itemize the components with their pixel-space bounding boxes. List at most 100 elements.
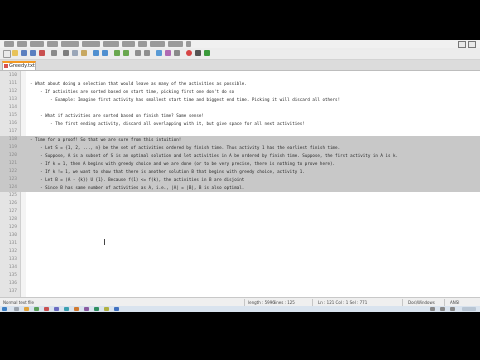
stop-macro-icon[interactable]: [195, 50, 201, 56]
video-letterbox-bottom: [0, 312, 480, 360]
editor-line[interactable]: 130: [0, 232, 480, 240]
cut-icon[interactable]: [63, 50, 69, 56]
editor-line[interactable]: 136: [0, 280, 480, 288]
taskbar-app-icon[interactable]: [64, 307, 69, 311]
status-file-type: Normal text file: [3, 300, 35, 305]
editor-line[interactable]: 123 - Let B = (A - {k}) U {1}. Because f…: [0, 176, 480, 184]
find-icon[interactable]: [114, 50, 120, 56]
taskbar-app-icon[interactable]: [24, 307, 29, 311]
taskbar-app-icon[interactable]: [94, 307, 99, 311]
taskbar-app-icon[interactable]: [104, 307, 109, 311]
editor-line[interactable]: 116 - The first ending activity, discard…: [0, 120, 480, 128]
editor-line[interactable]: 128: [0, 216, 480, 224]
menu-run[interactable]: [138, 41, 147, 47]
save-all-icon[interactable]: [30, 50, 36, 56]
print-icon[interactable]: [51, 50, 57, 56]
editor-line[interactable]: 127: [0, 208, 480, 216]
line-number: 120: [8, 153, 17, 158]
editor-line[interactable]: 119 - Let S = {1, 2, ..., n} be the set …: [0, 144, 480, 152]
taskbar-app-icon[interactable]: [54, 307, 59, 311]
line-number: 113: [8, 97, 17, 102]
line-number: 133: [8, 257, 17, 262]
editor-line[interactable]: 133: [0, 256, 480, 264]
menu-edit[interactable]: [17, 41, 27, 47]
menu-search[interactable]: [30, 41, 44, 47]
close-icon[interactable]: [468, 41, 476, 48]
editor-line[interactable]: 134: [0, 264, 480, 272]
line-number: 112: [8, 89, 17, 94]
menu-encoding[interactable]: [61, 41, 79, 47]
tab-bar: Greedy.txt: [0, 60, 480, 71]
menu-macro[interactable]: [122, 41, 135, 47]
close-file-icon[interactable]: [39, 50, 45, 56]
tab-greedy-txt[interactable]: Greedy.txt: [2, 61, 36, 70]
taskbar-app-icon[interactable]: [84, 307, 89, 311]
editor-line[interactable]: 112 - If activities are sorted based on …: [0, 88, 480, 96]
line-number: 128: [8, 217, 17, 222]
status-divider: [244, 299, 245, 306]
editor-line[interactable]: 110: [0, 72, 480, 80]
text-editor[interactable]: 110 111 - What about doing a selection tha…: [0, 71, 480, 297]
taskbar-app-icon[interactable]: [14, 307, 19, 311]
clock-icon[interactable]: [462, 307, 476, 311]
editor-line[interactable]: 121 - If k = 1, then A begins with greed…: [0, 160, 480, 168]
taskbar-app-icon[interactable]: [74, 307, 79, 311]
editor-line[interactable]: 118 - Time for a proof! So that we are su…: [0, 136, 480, 144]
zoom-in-icon[interactable]: [135, 50, 141, 56]
editor-line[interactable]: 115 - What if activities are sorted base…: [0, 112, 480, 120]
menu-language[interactable]: [82, 41, 100, 47]
word-wrap-icon[interactable]: [156, 50, 162, 56]
show-all-chars-icon[interactable]: [165, 50, 171, 56]
editor-line[interactable]: 117: [0, 128, 480, 136]
taskbar-app-icon[interactable]: [34, 307, 39, 311]
play-macro-icon[interactable]: [204, 50, 210, 56]
status-length: length : 5996: [248, 300, 275, 305]
line-number: 135: [8, 273, 17, 278]
tray-icon[interactable]: [430, 307, 435, 311]
editor-line[interactable]: 124 - Since B has same number of activit…: [0, 184, 480, 192]
tray-icon[interactable]: [440, 307, 445, 311]
tray-icon[interactable]: [450, 307, 455, 311]
taskbar-app-icon[interactable]: [44, 307, 49, 311]
copy-icon[interactable]: [72, 50, 78, 56]
redo-icon[interactable]: [102, 50, 108, 56]
editor-line[interactable]: 137: [0, 288, 480, 296]
paste-icon[interactable]: [81, 50, 87, 56]
save-icon[interactable]: [21, 50, 27, 56]
editor-line[interactable]: 132: [0, 248, 480, 256]
line-number: 132: [8, 249, 17, 254]
line-text: - If activities are sorted based on star…: [30, 89, 235, 94]
line-number: 126: [8, 201, 17, 206]
editor-line[interactable]: 113 - Example: Imagine first activity ha…: [0, 96, 480, 104]
line-text: - Let B = (A - {k}) U {1}. Because f(1) …: [30, 177, 245, 182]
line-number: 116: [8, 121, 17, 126]
taskbar-app-icon[interactable]: [114, 307, 119, 311]
line-text: - The first ending activity, discard all…: [30, 121, 305, 126]
editor-line[interactable]: 120 - Suppose, A is a subset of S is an …: [0, 152, 480, 160]
start-icon[interactable]: [2, 307, 7, 311]
new-file-icon[interactable]: [3, 50, 11, 58]
menu-settings[interactable]: [103, 41, 119, 47]
editor-line[interactable]: 131: [0, 240, 480, 248]
editor-line[interactable]: 111 - What about doing a selection that w…: [0, 80, 480, 88]
undo-icon[interactable]: [93, 50, 99, 56]
menu-plugins[interactable]: [150, 41, 165, 47]
editor-line[interactable]: 135: [0, 272, 480, 280]
menu-help[interactable]: [186, 41, 191, 47]
line-text: - Since B has same number of activities …: [30, 185, 245, 190]
editor-line[interactable]: 126: [0, 200, 480, 208]
editor-line[interactable]: 114: [0, 104, 480, 112]
indent-guide-icon[interactable]: [174, 50, 180, 56]
minimize-icon[interactable]: [458, 41, 466, 48]
editor-line[interactable]: 129: [0, 224, 480, 232]
open-file-icon[interactable]: [12, 50, 18, 56]
editor-line[interactable]: 125: [0, 192, 480, 200]
status-eol: Dos\Windows: [408, 300, 435, 305]
menu-view[interactable]: [47, 41, 58, 47]
record-macro-icon[interactable]: [186, 50, 192, 56]
editor-line[interactable]: 122 - If k != 1, we want to show that th…: [0, 168, 480, 176]
menu-window[interactable]: [168, 41, 183, 47]
menu-file[interactable]: [4, 41, 14, 47]
zoom-out-icon[interactable]: [144, 50, 150, 56]
replace-icon[interactable]: [123, 50, 129, 56]
